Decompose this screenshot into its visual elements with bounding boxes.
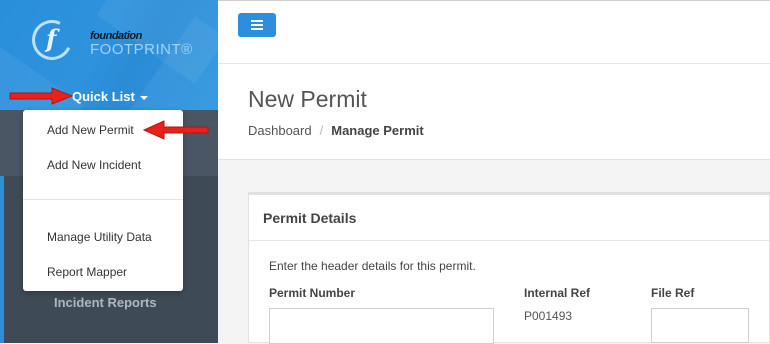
file-ref-input[interactable]	[651, 308, 749, 343]
panel-title: Permit Details	[263, 210, 357, 226]
annotation-arrow-icon	[142, 120, 209, 140]
caret-down-icon	[139, 95, 148, 100]
page-header: New Permit Dashboard / Manage Permit	[218, 64, 770, 160]
logo-f-icon: f	[46, 24, 57, 53]
permit-number-input[interactable]	[269, 308, 494, 344]
top-bar	[218, 0, 770, 64]
page-title: New Permit	[248, 86, 367, 112]
menu-item-add-new-incident[interactable]: Add New Incident	[47, 158, 141, 172]
quick-list-toggle[interactable]: Quick List	[72, 89, 148, 104]
internal-ref-label: Internal Ref	[524, 286, 591, 300]
sidebar-item-incident-reports[interactable]: Incident Reports	[54, 295, 157, 310]
logo-wordmark-bottom: FOOTPRINT®	[90, 41, 193, 58]
hamburger-icon	[251, 20, 263, 22]
quick-list-label: Quick List	[72, 89, 135, 104]
sidebar-accent	[0, 176, 4, 343]
permit-details-panel: Permit Details Enter the header details …	[248, 192, 770, 344]
breadcrumb-dashboard[interactable]: Dashboard	[248, 123, 312, 138]
menu-divider	[23, 199, 183, 200]
breadcrumb-manage-permit: Manage Permit	[331, 123, 424, 138]
menu-item-add-new-permit[interactable]: Add New Permit	[47, 123, 134, 137]
internal-ref-value: P001493	[524, 309, 573, 323]
file-ref-label: File Ref	[651, 286, 695, 300]
menu-item-manage-utility-data[interactable]: Manage Utility Data	[47, 230, 152, 244]
panel-header: Permit Details	[249, 195, 769, 241]
permit-number-label: Permit Number	[269, 286, 356, 300]
menu-toggle-button[interactable]	[238, 13, 276, 37]
breadcrumb: Dashboard / Manage Permit	[248, 123, 424, 138]
annotation-arrow-icon	[9, 87, 74, 105]
menu-item-report-mapper[interactable]: Report Mapper	[47, 265, 127, 279]
panel-intro-text: Enter the header details for this permit…	[269, 259, 476, 273]
